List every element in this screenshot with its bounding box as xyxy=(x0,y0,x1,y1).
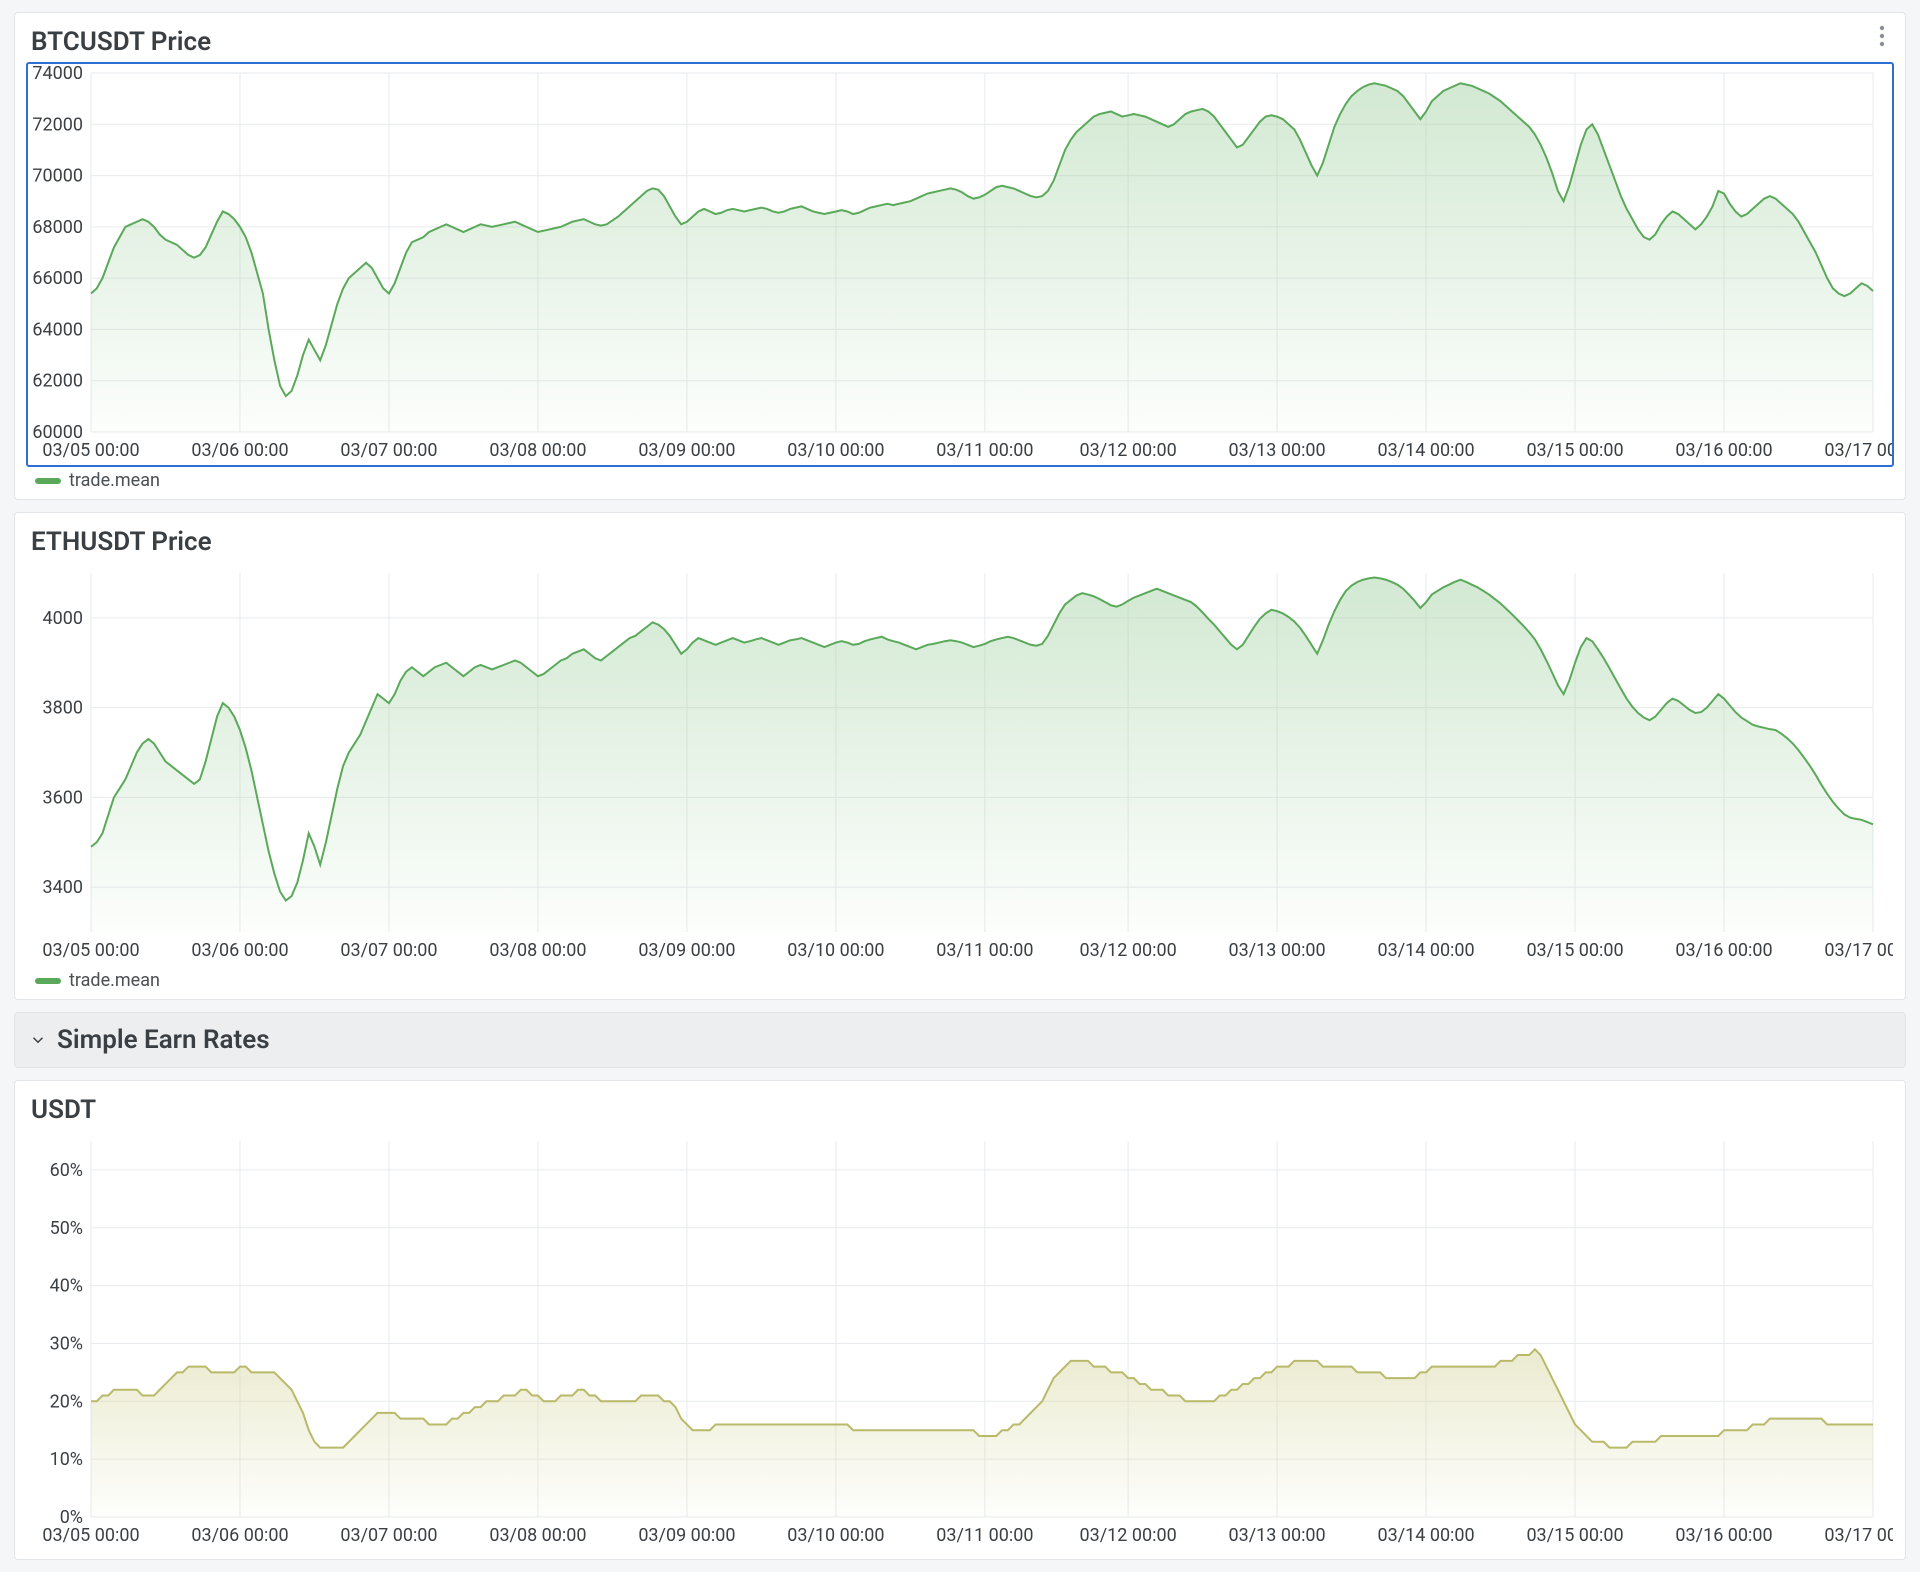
svg-text:62000: 62000 xyxy=(32,371,83,392)
svg-text:03/05 00:00: 03/05 00:00 xyxy=(42,1525,139,1546)
chevron-down-icon xyxy=(29,1031,47,1049)
svg-text:03/07 00:00: 03/07 00:00 xyxy=(340,1525,437,1546)
panel-title: USDT xyxy=(31,1095,1893,1125)
section-title: Simple Earn Rates xyxy=(57,1025,270,1055)
svg-text:03/05 00:00: 03/05 00:00 xyxy=(42,440,139,461)
svg-text:60%: 60% xyxy=(50,1160,83,1181)
svg-text:66000: 66000 xyxy=(32,268,83,289)
svg-text:03/07 00:00: 03/07 00:00 xyxy=(340,940,437,961)
svg-text:03/12 00:00: 03/12 00:00 xyxy=(1080,440,1177,461)
svg-text:3600: 3600 xyxy=(43,787,83,808)
svg-text:03/13 00:00: 03/13 00:00 xyxy=(1228,440,1325,461)
chart-area[interactable]: 3400 3600 3800 4000 03/05 00:00 03/06 00:00 03… xyxy=(27,563,1893,966)
svg-text:03/14 00:00: 03/14 00:00 xyxy=(1377,440,1474,461)
panel-usdt[interactable]: USDT 0%10%20%30%40%50%60%03/05 00:0003/0… xyxy=(14,1080,1906,1560)
panel-menu-button[interactable] xyxy=(1865,19,1899,53)
svg-text:3400: 3400 xyxy=(43,877,83,898)
svg-text:40%: 40% xyxy=(50,1276,83,1297)
svg-text:03/15 00:00: 03/15 00:00 xyxy=(1526,440,1623,461)
svg-text:03/07 00:00: 03/07 00:00 xyxy=(340,440,437,461)
svg-text:50%: 50% xyxy=(50,1218,83,1239)
svg-text:4000: 4000 xyxy=(43,608,83,629)
svg-text:03/11 00:00: 03/11 00:00 xyxy=(936,1525,1033,1546)
svg-text:03/13 00:00: 03/13 00:00 xyxy=(1228,940,1325,961)
panel-ethusdt[interactable]: ETHUSDT Price 3400 3600 3800 4000 03/05 00:0… xyxy=(14,512,1906,1000)
svg-text:03/16 00:00: 03/16 00:00 xyxy=(1675,940,1772,961)
svg-text:03/17 00:00: 03/17 00:00 xyxy=(1824,440,1893,461)
svg-text:03/11 00:00: 03/11 00:00 xyxy=(936,940,1033,961)
svg-text:03/10 00:00: 03/10 00:00 xyxy=(787,940,884,961)
dashboard-page: BTCUSDT Price 60000620006400066000680007… xyxy=(0,0,1920,1572)
svg-text:03/15 00:00: 03/15 00:00 xyxy=(1526,1525,1623,1546)
panel-title: ETHUSDT Price xyxy=(31,527,1893,557)
svg-text:03/16 00:00: 03/16 00:00 xyxy=(1675,1525,1772,1546)
svg-text:70000: 70000 xyxy=(32,166,83,187)
chart-area[interactable]: 0%10%20%30%40%50%60%03/05 00:0003/06 00:… xyxy=(27,1131,1893,1551)
svg-text:03/15 00:00: 03/15 00:00 xyxy=(1526,940,1623,961)
legend-swatch xyxy=(35,478,61,484)
svg-text:03/06 00:00: 03/06 00:00 xyxy=(191,940,288,961)
svg-text:03/17 00:00: 03/17 00:00 xyxy=(1824,940,1893,961)
svg-text:03/12 00:00: 03/12 00:00 xyxy=(1080,940,1177,961)
svg-text:03/08 00:00: 03/08 00:00 xyxy=(489,440,586,461)
svg-text:03/14 00:00: 03/14 00:00 xyxy=(1377,1525,1474,1546)
chart-svg: 0%10%20%30%40%50%60%03/05 00:0003/06 00:… xyxy=(27,1131,1893,1551)
more-vertical-icon xyxy=(1879,25,1885,47)
chart-area[interactable]: 6000062000640006600068000700007200074000… xyxy=(27,63,1893,466)
chart-legend[interactable]: trade.mean xyxy=(27,970,1893,991)
svg-text:20%: 20% xyxy=(50,1391,83,1412)
svg-text:03/06 00:00: 03/06 00:00 xyxy=(191,1525,288,1546)
svg-text:30%: 30% xyxy=(50,1333,83,1354)
svg-text:68000: 68000 xyxy=(32,217,83,238)
svg-text:03/10 00:00: 03/10 00:00 xyxy=(787,440,884,461)
legend-swatch xyxy=(35,978,61,984)
svg-text:03/09 00:00: 03/09 00:00 xyxy=(638,440,735,461)
panel-btcusdt[interactable]: BTCUSDT Price 60000620006400066000680007… xyxy=(14,12,1906,500)
svg-text:03/10 00:00: 03/10 00:00 xyxy=(787,1525,884,1546)
svg-text:03/08 00:00: 03/08 00:00 xyxy=(489,940,586,961)
svg-text:03/09 00:00: 03/09 00:00 xyxy=(638,1525,735,1546)
svg-text:03/17 00:00: 03/17 00:00 xyxy=(1824,1525,1893,1546)
chart-legend[interactable]: trade.mean xyxy=(27,470,1893,491)
svg-text:72000: 72000 xyxy=(32,114,83,135)
svg-text:3800: 3800 xyxy=(43,698,83,719)
svg-text:10%: 10% xyxy=(50,1449,83,1470)
svg-text:03/06 00:00: 03/06 00:00 xyxy=(191,440,288,461)
svg-text:03/09 00:00: 03/09 00:00 xyxy=(638,940,735,961)
svg-text:03/12 00:00: 03/12 00:00 xyxy=(1080,1525,1177,1546)
svg-text:03/08 00:00: 03/08 00:00 xyxy=(489,1525,586,1546)
svg-text:03/05 00:00: 03/05 00:00 xyxy=(42,940,139,961)
section-header[interactable]: Simple Earn Rates xyxy=(14,1012,1906,1068)
chart-svg: 6000062000640006600068000700007200074000… xyxy=(27,63,1893,466)
panel-title: BTCUSDT Price xyxy=(31,27,1893,57)
svg-text:64000: 64000 xyxy=(32,319,83,340)
svg-text:74000: 74000 xyxy=(32,63,83,84)
svg-text:03/16 00:00: 03/16 00:00 xyxy=(1675,440,1772,461)
svg-text:03/14 00:00: 03/14 00:00 xyxy=(1377,940,1474,961)
legend-label: trade.mean xyxy=(69,470,160,491)
chart-svg: 3400 3600 3800 4000 03/05 00:00 03/06 00:00 03… xyxy=(27,563,1893,966)
svg-text:03/13 00:00: 03/13 00:00 xyxy=(1228,1525,1325,1546)
svg-text:03/11 00:00: 03/11 00:00 xyxy=(936,440,1033,461)
legend-label: trade.mean xyxy=(69,970,160,991)
